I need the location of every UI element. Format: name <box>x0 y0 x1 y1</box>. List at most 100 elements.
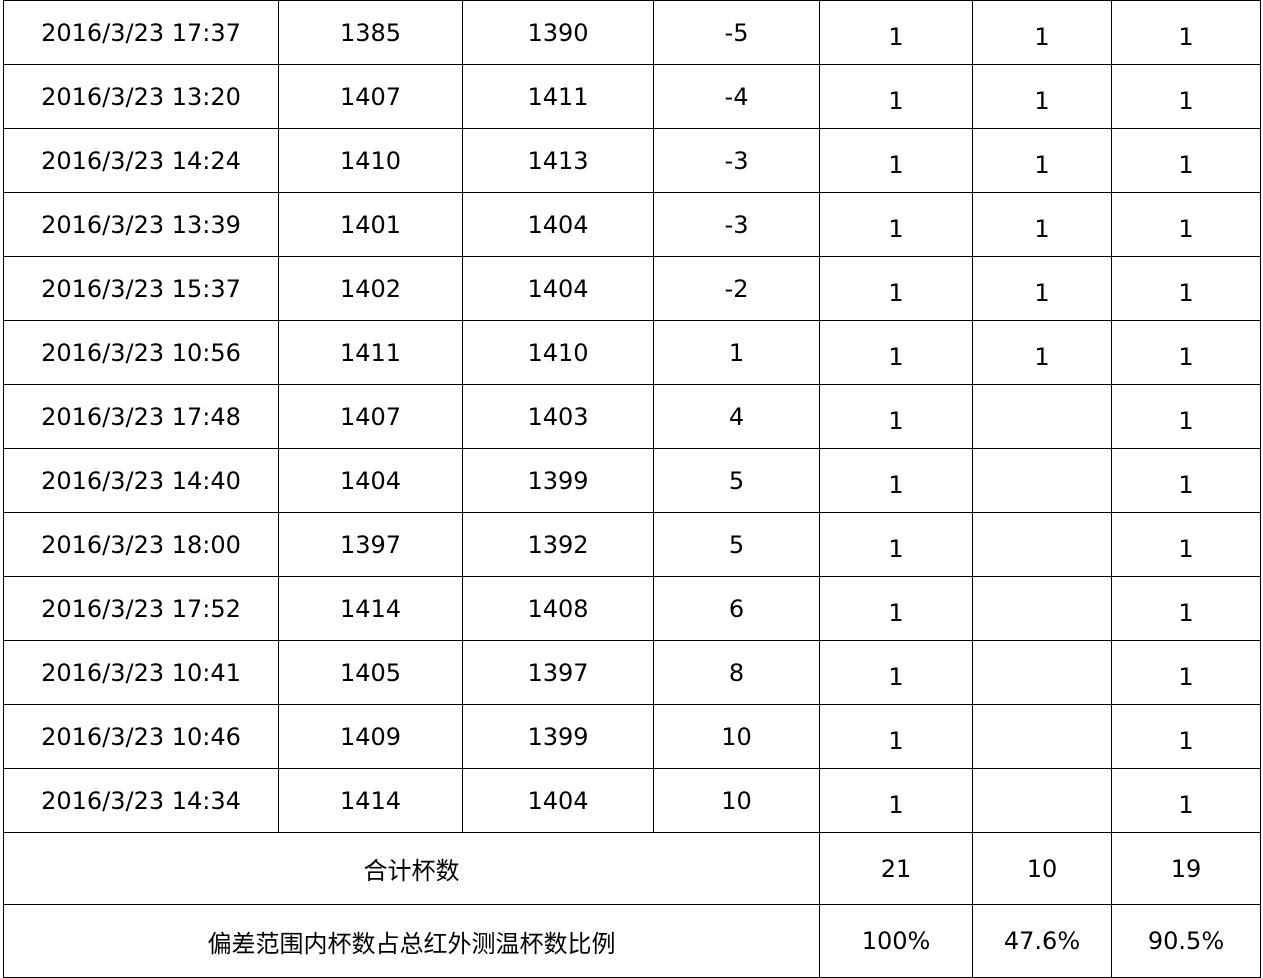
value2-cell: 1390 <box>462 0 654 65</box>
flag1-cell: 1 <box>819 576 973 641</box>
table-row: 2016/3/23 14:24 1410 1413 -3 1 1 1 <box>3 128 1261 193</box>
table-row: 2016/3/23 10:41 1405 1397 8 1 1 <box>3 640 1261 705</box>
flag2-cell: 1 <box>972 128 1112 193</box>
value2-cell: 1410 <box>462 320 654 385</box>
flag2-cell: 1 <box>972 192 1112 257</box>
flag1-cell: 1 <box>819 192 973 257</box>
diff-cell: -2 <box>653 256 820 321</box>
value2-cell: 1392 <box>462 512 654 577</box>
value2-cell: 1413 <box>462 128 654 193</box>
value2-cell: 1397 <box>462 640 654 705</box>
table-row: 2016/3/23 10:46 1409 1399 10 1 1 <box>3 704 1261 769</box>
time-cell: 2016/3/23 17:52 <box>3 576 279 641</box>
flag3-cell: 1 <box>1111 192 1261 257</box>
flag2-cell <box>972 576 1112 641</box>
diff-cell: -5 <box>653 0 820 65</box>
value2-cell: 1399 <box>462 448 654 513</box>
table-row: 2016/3/23 17:48 1407 1403 4 1 1 <box>3 384 1261 449</box>
flag1-cell: 1 <box>819 640 973 705</box>
value2-cell: 1403 <box>462 384 654 449</box>
ratio-value: 47.6% <box>972 904 1112 978</box>
value1-cell: 1407 <box>278 64 463 129</box>
table-row: 2016/3/23 14:34 1414 1404 10 1 1 <box>3 768 1261 833</box>
flag1-cell: 1 <box>819 64 973 129</box>
flag1-cell: 1 <box>819 128 973 193</box>
diff-cell: 5 <box>653 448 820 513</box>
diff-cell: -4 <box>653 64 820 129</box>
value1-cell: 1411 <box>278 320 463 385</box>
flag1-cell: 1 <box>819 704 973 769</box>
value1-cell: 1407 <box>278 384 463 449</box>
flag1-cell: 1 <box>819 320 973 385</box>
table-body: 2016/3/23 17:37 1385 1390 -5 1 1 1 2016/3/23 13… <box>3 0 1261 978</box>
flag2-cell: 1 <box>972 0 1112 65</box>
flag3-cell: 1 <box>1111 256 1261 321</box>
flag2-cell <box>972 640 1112 705</box>
value2-cell: 1408 <box>462 576 654 641</box>
table-row: 2016/3/23 10:56 1411 1410 1 1 1 1 <box>3 320 1261 385</box>
diff-cell: 1 <box>653 320 820 385</box>
time-cell: 2016/3/23 13:20 <box>3 64 279 129</box>
flag1-cell: 1 <box>819 256 973 321</box>
value2-cell: 1411 <box>462 64 654 129</box>
total-label: 合计杯数 <box>3 832 820 905</box>
value1-cell: 1410 <box>278 128 463 193</box>
time-cell: 2016/3/23 14:40 <box>3 448 279 513</box>
table-row: 2016/3/23 18:00 1397 1392 5 1 1 <box>3 512 1261 577</box>
flag2-cell: 1 <box>972 64 1112 129</box>
diff-cell: 8 <box>653 640 820 705</box>
ratio-value: 100% <box>819 904 973 978</box>
time-cell: 2016/3/23 10:41 <box>3 640 279 705</box>
value2-cell: 1404 <box>462 192 654 257</box>
table-row: 2016/3/23 13:20 1407 1411 -4 1 1 1 <box>3 64 1261 129</box>
flag2-cell <box>972 512 1112 577</box>
total-value: 19 <box>1111 832 1261 905</box>
value2-cell: 1404 <box>462 768 654 833</box>
value1-cell: 1414 <box>278 768 463 833</box>
value2-cell: 1404 <box>462 256 654 321</box>
flag2-cell <box>972 384 1112 449</box>
value1-cell: 1405 <box>278 640 463 705</box>
time-cell: 2016/3/23 14:24 <box>3 128 279 193</box>
ratio-row: 偏差范围内杯数占总红外测温杯数比例 100% 47.6% 90.5% <box>3 904 1261 978</box>
diff-cell: 5 <box>653 512 820 577</box>
flag3-cell: 1 <box>1111 384 1261 449</box>
diff-cell: -3 <box>653 192 820 257</box>
value1-cell: 1401 <box>278 192 463 257</box>
diff-cell: 6 <box>653 576 820 641</box>
flag2-cell <box>972 768 1112 833</box>
diff-cell: 10 <box>653 768 820 833</box>
value1-cell: 1397 <box>278 512 463 577</box>
flag3-cell: 1 <box>1111 64 1261 129</box>
flag3-cell: 1 <box>1111 448 1261 513</box>
flag2-cell: 1 <box>972 320 1112 385</box>
flag3-cell: 1 <box>1111 512 1261 577</box>
flag3-cell: 1 <box>1111 576 1261 641</box>
diff-cell: 4 <box>653 384 820 449</box>
flag1-cell: 1 <box>819 512 973 577</box>
flag3-cell: 1 <box>1111 768 1261 833</box>
flag3-cell: 1 <box>1111 320 1261 385</box>
diff-cell: -3 <box>653 128 820 193</box>
flag3-cell: 1 <box>1111 128 1261 193</box>
flag3-cell: 1 <box>1111 0 1261 65</box>
table-row: 2016/3/23 14:40 1404 1399 5 1 1 <box>3 448 1261 513</box>
total-value: 21 <box>819 832 973 905</box>
time-cell: 2016/3/23 10:56 <box>3 320 279 385</box>
time-cell: 2016/3/23 17:48 <box>3 384 279 449</box>
value1-cell: 1402 <box>278 256 463 321</box>
time-cell: 2016/3/23 17:37 <box>3 0 279 65</box>
flag2-cell: 1 <box>972 256 1112 321</box>
flag2-cell <box>972 448 1112 513</box>
ratio-value: 90.5% <box>1111 904 1261 978</box>
time-cell: 2016/3/23 18:00 <box>3 512 279 577</box>
data-table: 2016/3/23 17:37 1385 1390 -5 1 1 1 2016/3/23 13… <box>3 0 1261 978</box>
ratio-label: 偏差范围内杯数占总红外测温杯数比例 <box>3 904 820 978</box>
flag3-cell: 1 <box>1111 640 1261 705</box>
flag1-cell: 1 <box>819 768 973 833</box>
table-row: 2016/3/23 13:39 1401 1404 -3 1 1 1 <box>3 192 1261 257</box>
total-value: 10 <box>972 832 1112 905</box>
table-row: 2016/3/23 17:52 1414 1408 6 1 1 <box>3 576 1261 641</box>
flag1-cell: 1 <box>819 448 973 513</box>
time-cell: 2016/3/23 15:37 <box>3 256 279 321</box>
